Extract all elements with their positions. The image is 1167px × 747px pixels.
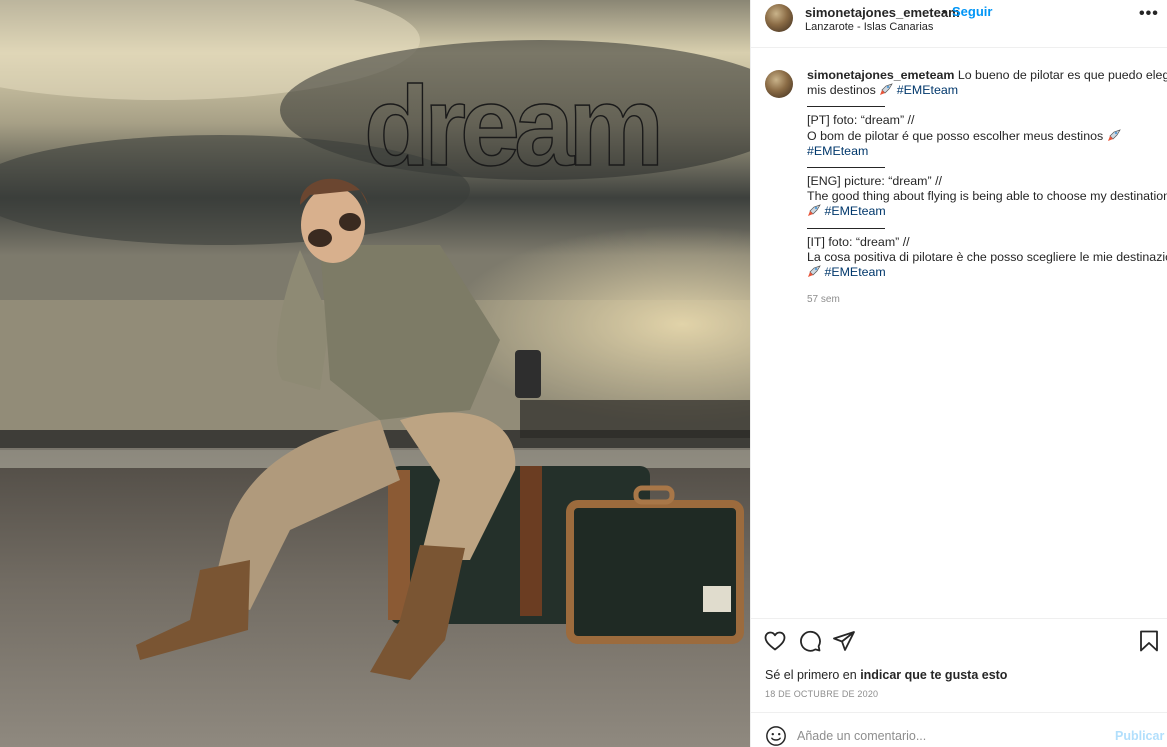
caption-it-text: La cosa positiva di pilotare è che posso… [807, 249, 1167, 264]
caption-username[interactable]: simonetajones_emeteam [807, 68, 954, 82]
post-detail-panel: simonetajones_emeteam • Seguir Lanzarote… [750, 0, 1167, 747]
caption-avatar[interactable] [765, 70, 793, 98]
comment-input[interactable] [797, 724, 1097, 747]
divider [807, 98, 885, 108]
header-username[interactable]: simonetajones_emeteam [805, 5, 960, 20]
divider [807, 220, 885, 229]
header-separator: • [942, 4, 947, 19]
hashtag-link[interactable]: #EMEteam [824, 204, 885, 218]
bookmark-icon[interactable] [1137, 629, 1161, 653]
heart-icon[interactable] [763, 629, 787, 653]
more-icon[interactable]: ••• [1139, 5, 1159, 23]
post-photo[interactable]: dream [0, 0, 750, 747]
rocket-icon [808, 265, 821, 278]
avatar[interactable] [765, 4, 793, 32]
like-link[interactable]: indicar que te gusta esto [860, 668, 1007, 682]
comment-icon[interactable] [798, 629, 822, 653]
caption-it-title: [IT] foto: “dream” // [807, 234, 910, 249]
location-link[interactable]: Lanzarote - Islas Canarias [805, 21, 933, 33]
caption-eng-title: [ENG] picture: “dream” // [807, 174, 942, 189]
caption-line1: Lo bueno de pilotar es que puedo elegir [957, 68, 1167, 82]
likes-prefix: Sé el primero en [765, 668, 861, 682]
post-caption: simonetajones_emeteam Lo bueno de pilota… [807, 68, 1167, 280]
caption-eng-text: The good thing about flying is being abl… [807, 189, 1167, 204]
follow-button[interactable]: Seguir [952, 4, 992, 19]
emoji-icon[interactable] [765, 725, 787, 747]
caption-line2: mis destinos [807, 83, 876, 98]
rocket-icon [1107, 128, 1121, 141]
caption-pt-text: O bom de pilotar é que posso escolher me… [807, 128, 1104, 143]
hashtag-link[interactable]: #EMEteam [807, 144, 868, 158]
dream-overlay-text: dream [363, 61, 665, 189]
comment-bar: Publicar [751, 712, 1167, 747]
rocket-icon [808, 204, 821, 217]
share-icon[interactable] [832, 629, 856, 653]
publish-button[interactable]: Publicar [1115, 729, 1164, 743]
divider [807, 159, 885, 169]
hashtag-link[interactable]: #EMEteam [824, 265, 885, 279]
post-header: simonetajones_emeteam • Seguir Lanzarote… [751, 0, 1167, 48]
post-time[interactable]: 57 sem [807, 294, 840, 305]
rocket-icon [880, 83, 894, 96]
likes-text: Sé el primero en indicar que te gusta es… [765, 668, 1007, 682]
post-date[interactable]: 18 DE OCTUBRE DE 2020 [765, 689, 878, 699]
caption-pt-title: [PT] foto: “dream” // [807, 113, 915, 128]
hashtag-link[interactable]: #EMEteam [897, 83, 958, 97]
